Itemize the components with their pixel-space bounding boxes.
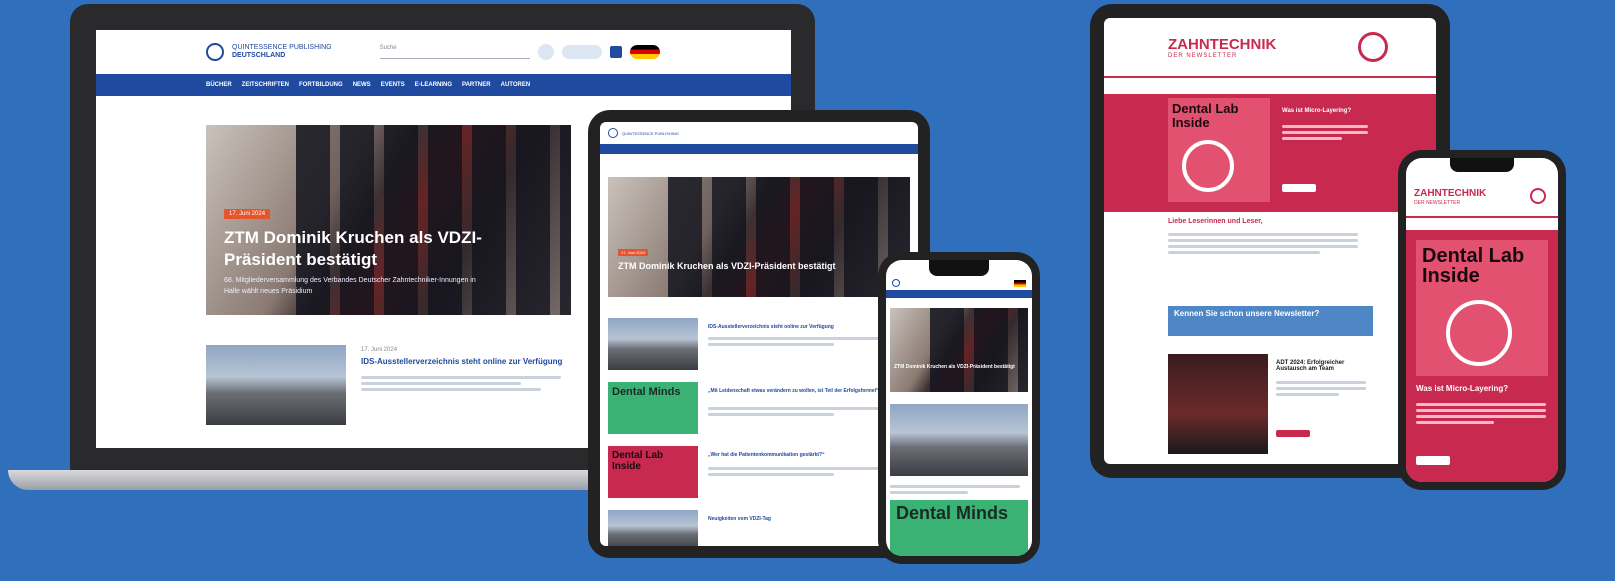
- hero-badge: 17. Juni 2024: [618, 249, 649, 256]
- nav-item[interactable]: NEWS: [353, 82, 371, 88]
- nav-item[interactable]: PARTNER: [462, 82, 491, 88]
- nav-item[interactable]: ZEITSCHRIFTEN: [242, 82, 289, 88]
- nav-item[interactable]: AUTOREN: [501, 82, 531, 88]
- list-item-title: IDS-Ausstellerverzeichnis steht online z…: [708, 324, 834, 330]
- newsletter-article[interactable]: ADT 2024: Erfolgreicher Austausch am Tea…: [1168, 354, 1373, 454]
- phone-newsletter-subtitle: DER NEWSLETTER: [1414, 200, 1461, 206]
- brand-line1: QUINTESSENCE PUBLISHING: [232, 44, 332, 51]
- list-item-title: „Mit Leidenschaft etwas verändern zu wol…: [708, 388, 879, 394]
- site-header: QUINTESSENCE PUBLISHING DEUTSCHLAND Such…: [96, 30, 791, 74]
- nav-item[interactable]: BÜCHER: [206, 82, 232, 88]
- list-item-title: Neuigkeiten vom VDZI-Tag: [708, 516, 771, 522]
- list-item[interactable]: Neuigkeiten vom VDZI-Tag: [608, 510, 910, 546]
- cover-question: Was ist Micro-Layering?: [1282, 108, 1352, 114]
- nav-item[interactable]: E-LEARNING: [415, 82, 452, 88]
- cover-title: Dental Lab Inside: [1172, 101, 1239, 130]
- quintessence-logo-icon[interactable]: [206, 43, 224, 61]
- login-button[interactable]: [561, 45, 602, 59]
- dental-lab-inside-thumb: Dental Lab Inside: [608, 446, 698, 498]
- language-flag-icon[interactable]: [629, 45, 660, 59]
- article-thumbnail: [206, 345, 346, 425]
- article-title: IDS-Ausstellerverzeichnis steht online z…: [361, 357, 563, 366]
- main-nav: BÜCHER ZEITSCHRIFTEN FORTBILDUNG NEWS EV…: [96, 74, 791, 96]
- headphones-q-icon: [1182, 140, 1234, 192]
- list-item[interactable]: Dental Minds „Mit Leidenschaft etwas ver…: [608, 382, 910, 434]
- headphones-q-icon: [1446, 300, 1512, 366]
- phone-article-thumb[interactable]: [890, 404, 1028, 476]
- hero-subtitle: 68. Mitgliederversammlung des Verbandes …: [224, 277, 476, 295]
- newsletter-title: ZAHNTECHNIK: [1168, 36, 1277, 53]
- vq-logo-icon: [1358, 32, 1388, 62]
- phone-feature-block[interactable]: Dental Lab Inside Was ist Micro-Layering…: [1406, 230, 1558, 482]
- dental-minds-thumb[interactable]: Dental Minds: [890, 500, 1028, 556]
- read-more-button[interactable]: [1416, 456, 1450, 465]
- search-icon[interactable]: [537, 44, 554, 60]
- nav-item[interactable]: FORTBILDUNG: [299, 82, 343, 88]
- section-title: Liebe Leserinnen und Leser,: [1168, 218, 1263, 225]
- tablet-hero-card[interactable]: 17. Juni 2024 ZTM Dominik Kruchen als VD…: [608, 177, 910, 297]
- dental-minds-thumb: Dental Minds: [608, 382, 698, 434]
- phone-question: Was ist Micro-Layering?: [1416, 384, 1509, 393]
- phone-left-screen: ZTM Dominik Kruchen als VDZI-Präsident b…: [886, 260, 1032, 556]
- search-input[interactable]: Suche: [379, 45, 530, 59]
- phone-newsletter-title: ZAHNTECHNIK: [1414, 188, 1487, 199]
- brand-line1: QUINTESSENCE PUBLISHING: [622, 130, 679, 136]
- hero-card[interactable]: 17. Juni 2024 ZTM Dominik Kruchen als VD…: [206, 125, 571, 315]
- tablet-screen: QUINTESSENCE PUBLISHING 17. Juni 2024 ZT…: [600, 122, 918, 546]
- article-date: 17. Juni 2024: [361, 347, 398, 353]
- newsletter-screen: ZAHNTECHNIK DER NEWSLETTER Dental Lab In…: [1104, 18, 1436, 464]
- hero-title: ZTM Dominik Kruchen als VDZI-Präsident b…: [224, 228, 482, 269]
- quintessence-logo-icon[interactable]: [892, 279, 900, 287]
- quintessence-logo-icon[interactable]: [608, 128, 618, 138]
- hero-badge: 17. Juni 2024: [224, 209, 271, 219]
- hero-title: ZTM Dominik Kruchen als VDZI-Präsident b…: [894, 364, 1015, 370]
- read-more-button[interactable]: [1282, 184, 1316, 192]
- nav-item[interactable]: EVENTS: [381, 82, 405, 88]
- phone-hero-card[interactable]: ZTM Dominik Kruchen als VDZI-Präsident b…: [890, 308, 1028, 392]
- newsletter-subtitle: DER NEWSLETTER: [1168, 53, 1238, 59]
- read-more-button[interactable]: [1276, 430, 1310, 437]
- newsletter-feature-block[interactable]: Dental Lab Inside Was ist Micro-Layering…: [1104, 94, 1436, 212]
- list-item-title: „Wer hat die Patientenkommunikation gest…: [708, 452, 825, 458]
- brand-line2: DEUTSCHLAND: [232, 52, 286, 59]
- banner-text: Kennen Sie schon unsere Newsletter?: [1174, 309, 1320, 318]
- article-title: ADT 2024: Erfolgreicher Austausch am Tea…: [1276, 360, 1345, 372]
- list-item[interactable]: Dental Lab Inside „Wer hat die Patienten…: [608, 446, 910, 498]
- newsletter-banner[interactable]: Kennen Sie schon unsere Newsletter?: [1168, 306, 1373, 336]
- cover-title: Dental Lab Inside: [1422, 245, 1525, 287]
- cart-icon[interactable]: [609, 46, 622, 58]
- language-flag-icon[interactable]: [1014, 279, 1026, 287]
- phone-right-screen: ZAHNTECHNIK DER NEWSLETTER Dental Lab In…: [1406, 158, 1558, 482]
- vq-logo-icon: [1530, 188, 1546, 204]
- hero-title: ZTM Dominik Kruchen als VDZI-Präsident b…: [618, 261, 836, 271]
- list-item[interactable]: IDS-Ausstellerverzeichnis steht online z…: [608, 318, 910, 370]
